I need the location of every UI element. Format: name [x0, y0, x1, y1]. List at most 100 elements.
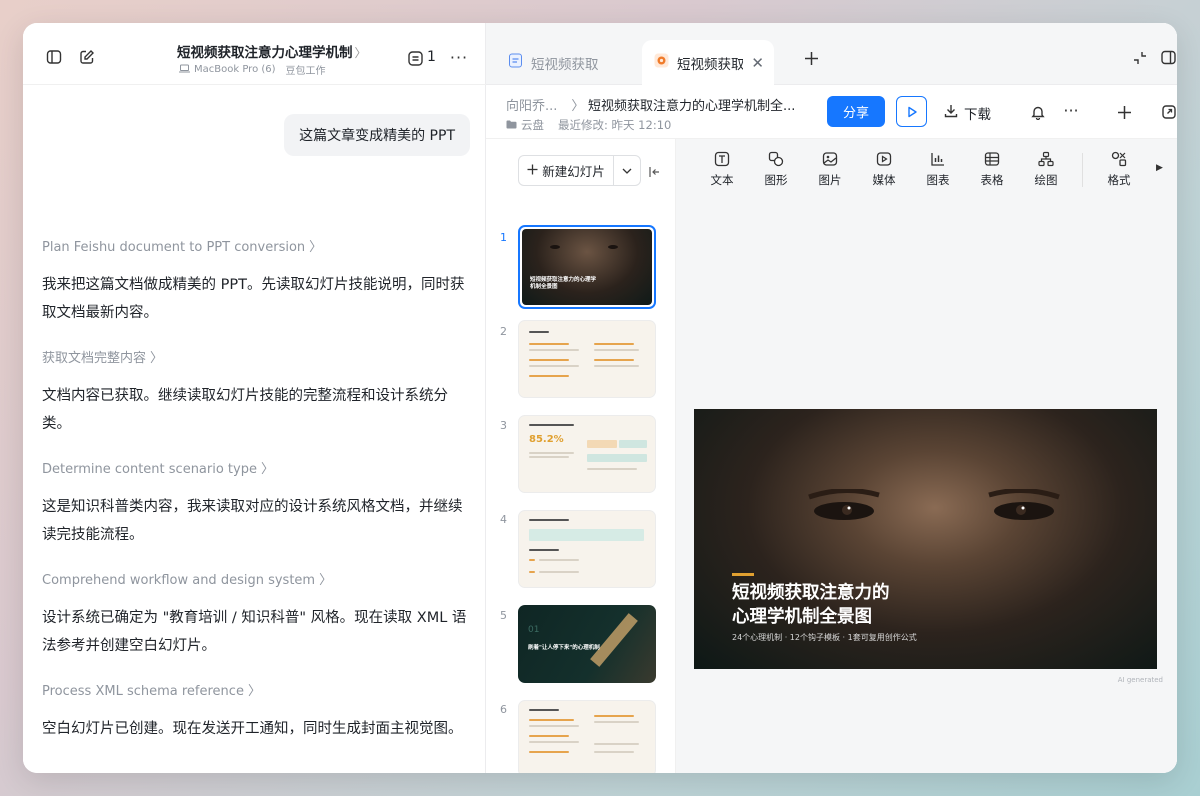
plus-icon	[527, 163, 538, 178]
thumb-title: 短视频获取注意力的心理学机制全景图	[530, 277, 597, 290]
minimize-icon[interactable]	[1132, 50, 1148, 66]
assistant-message: 这是知识科普类内容，我来读取对应的设计系统风格文档，并继续读完技能流程。	[42, 499, 463, 543]
slide-thumb-3[interactable]: 85.2%	[518, 415, 656, 493]
assistant-message: 设计系统已确定为 "教育培训 / 知识科普" 风格。现在读取 XML 语法参考并…	[42, 610, 467, 654]
sidebar-toggle-icon[interactable]	[45, 48, 63, 66]
slide-canvas-area: 文本 图形 图片 媒体 图表 表格 绘图 格式 ▶ 短视频获取注意力的 心理学机…	[676, 139, 1177, 773]
slide-thumb-2[interactable]	[518, 320, 656, 398]
cover-image	[808, 489, 1060, 520]
document-pane: 短视频获取 短视频获取注 ✕ 向阳乔...〉 短视频获取注意力的心理学机制全..…	[486, 23, 1177, 773]
toolbar-scroll-right-icon[interactable]: ▶	[1156, 163, 1163, 173]
tool-image[interactable]: 图片	[810, 151, 850, 188]
slides-panel: 新建幻灯片 1 短视频获取注意力的心理学机制全景图 2 3 85.2% 4 5 …	[486, 139, 676, 773]
tool-shape[interactable]: 图形	[756, 151, 796, 188]
toolbar-divider	[1082, 153, 1083, 187]
tool-chart[interactable]: 图表	[918, 151, 958, 188]
slide-number: 1	[500, 231, 507, 244]
doc-location[interactable]: 云盘	[521, 117, 544, 133]
play-icon	[907, 106, 917, 117]
chart-icon	[931, 153, 944, 166]
tool-media[interactable]: 媒体	[864, 151, 904, 188]
assistant-message: 我来把这篇文档做成精美的 PPT。先读取幻灯片技能说明，同时获取文档最新内容。	[42, 277, 465, 321]
download-button[interactable]: 下载	[944, 103, 991, 123]
chat-pane: 短视频获取注意力心理学机制〉 MacBook Pro (6) 豆包工作 1 ··…	[23, 23, 486, 773]
table-icon	[984, 152, 1000, 166]
tool-draw[interactable]: 绘图	[1026, 151, 1066, 188]
step-plan[interactable]: Plan Feishu document to PPT conversion 〉	[42, 236, 322, 255]
last-modified: 最近修改: 昨天 12:10	[558, 118, 672, 132]
bell-icon[interactable]	[1030, 104, 1046, 120]
thumb-label: 刷着"让人停下来"的心理机制	[528, 645, 600, 651]
current-slide[interactable]: 短视频获取注意力的 心理学机制全景图 24个心理机制 · 12个钩子模板 · 1…	[694, 409, 1157, 669]
tool-table[interactable]: 表格	[972, 151, 1012, 188]
slide-number: 4	[500, 513, 507, 526]
panel-toggle-icon[interactable]	[1160, 49, 1176, 65]
assistant-message: 空白幻灯片已创建。现在发送开工通知，同时生成封面主视觉图。	[42, 721, 463, 737]
slide-thumb-4[interactable]	[518, 510, 656, 588]
thumb-stat: 85.2%	[529, 434, 564, 445]
slides-app-icon	[654, 53, 669, 72]
download-icon	[944, 104, 958, 122]
doc-icon	[508, 53, 523, 72]
insert-toolbar: 文本 图形 图片 媒体 图表 表格 绘图 格式 ▶	[676, 139, 1177, 199]
image-icon	[822, 152, 838, 166]
doc-header: 向阳乔... 〉 短视频获取注意力的心理学机制全... 云盘 最近修改: 昨天 1…	[486, 85, 1177, 139]
tab-label: 短视频获取注	[677, 56, 744, 73]
new-chat-icon[interactable]	[78, 48, 96, 66]
chat-header: 短视频获取注意力心理学机制〉 MacBook Pro (6) 豆包工作 1 ··…	[23, 23, 486, 85]
chat-title[interactable]: 短视频获取注意力心理学机制〉	[177, 41, 367, 61]
share-button[interactable]: 分享	[827, 96, 885, 127]
more-icon[interactable]: ···	[449, 48, 469, 67]
add-icon[interactable]	[1116, 104, 1132, 120]
title-accent-bar	[732, 573, 754, 576]
slide-thumb-6[interactable]	[518, 700, 656, 773]
chevron-down-icon[interactable]	[614, 168, 640, 174]
step-comprehend[interactable]: Comprehend workflow and design system 〉	[42, 569, 332, 588]
present-button[interactable]	[896, 96, 927, 127]
doc-meta: 云盘 最近修改: 昨天 12:10	[506, 117, 671, 133]
close-icon[interactable]: ✕	[751, 54, 764, 72]
slide-number: 5	[500, 609, 507, 622]
text-icon	[714, 151, 730, 167]
new-slide-label: 新建幻灯片	[542, 164, 605, 179]
breadcrumb-owner[interactable]: 向阳乔... 〉	[506, 95, 584, 114]
chat-subtitle: MacBook Pro (6) 豆包工作	[179, 62, 326, 77]
tool-text[interactable]: 文本	[702, 151, 742, 188]
slide-thumb-1[interactable]: 短视频获取注意力的心理学机制全景图	[518, 225, 656, 309]
slide-number: 6	[500, 703, 507, 716]
format-icon	[1111, 151, 1127, 167]
slide-subtitle: 24个心理机制 · 12个钩子模板 · 1套可复用创作公式	[732, 633, 917, 642]
tab-slides[interactable]: 短视频获取注 ✕	[642, 40, 774, 85]
media-icon	[876, 152, 892, 166]
chat-thread: 这篇文章变成精美的 PPT Plan Feishu document to PP…	[23, 85, 486, 773]
app-window: 短视频获取注意力心理学机制〉 MacBook Pro (6) 豆包工作 1 ··…	[23, 23, 1177, 773]
collapse-panel-icon[interactable]	[649, 163, 661, 182]
user-message: 这篇文章变成精美的 PPT	[284, 114, 470, 156]
tool-format[interactable]: 格式	[1099, 151, 1139, 188]
folder-icon	[506, 118, 517, 132]
shape-icon	[768, 151, 784, 167]
doc-title[interactable]: 短视频获取注意力的心理学机制全...	[588, 95, 795, 114]
slide-title: 短视频获取注意力的 心理学机制全景图	[732, 583, 890, 627]
slide-number: 2	[500, 325, 507, 338]
new-tab-icon[interactable]	[804, 47, 819, 72]
slide-number: 3	[500, 419, 507, 432]
tasks-icon[interactable]	[407, 50, 423, 66]
step-fetch-doc[interactable]: 获取文档完整内容〉	[42, 347, 163, 366]
tab-bar: 短视频获取 短视频获取注 ✕	[486, 23, 1177, 85]
slide-thumb-5[interactable]: 01 刷着"让人停下来"的心理机制	[518, 605, 656, 683]
workspace-name: 豆包工作	[285, 66, 326, 77]
step-determine-type[interactable]: Determine content scenario type 〉	[42, 458, 274, 477]
flowchart-icon	[1038, 151, 1054, 167]
more-options-icon[interactable]: ···	[1061, 101, 1081, 120]
task-count: 1	[427, 49, 436, 65]
step-xml-schema[interactable]: Process XML schema reference 〉	[42, 680, 261, 699]
new-slide-button[interactable]: 新建幻灯片	[518, 155, 641, 186]
device-name: MacBook Pro (6)	[194, 64, 276, 75]
assistant-message: 文档内容已获取。继续读取幻灯片技能的完整流程和设计系统分类。	[42, 388, 448, 432]
tab-doc[interactable]: 短视频获取	[508, 40, 628, 85]
ai-generated-label: AI generated	[1117, 676, 1163, 684]
open-external-icon[interactable]	[1161, 104, 1177, 120]
laptop-icon	[179, 64, 190, 76]
tab-label: 短视频获取	[531, 56, 599, 73]
